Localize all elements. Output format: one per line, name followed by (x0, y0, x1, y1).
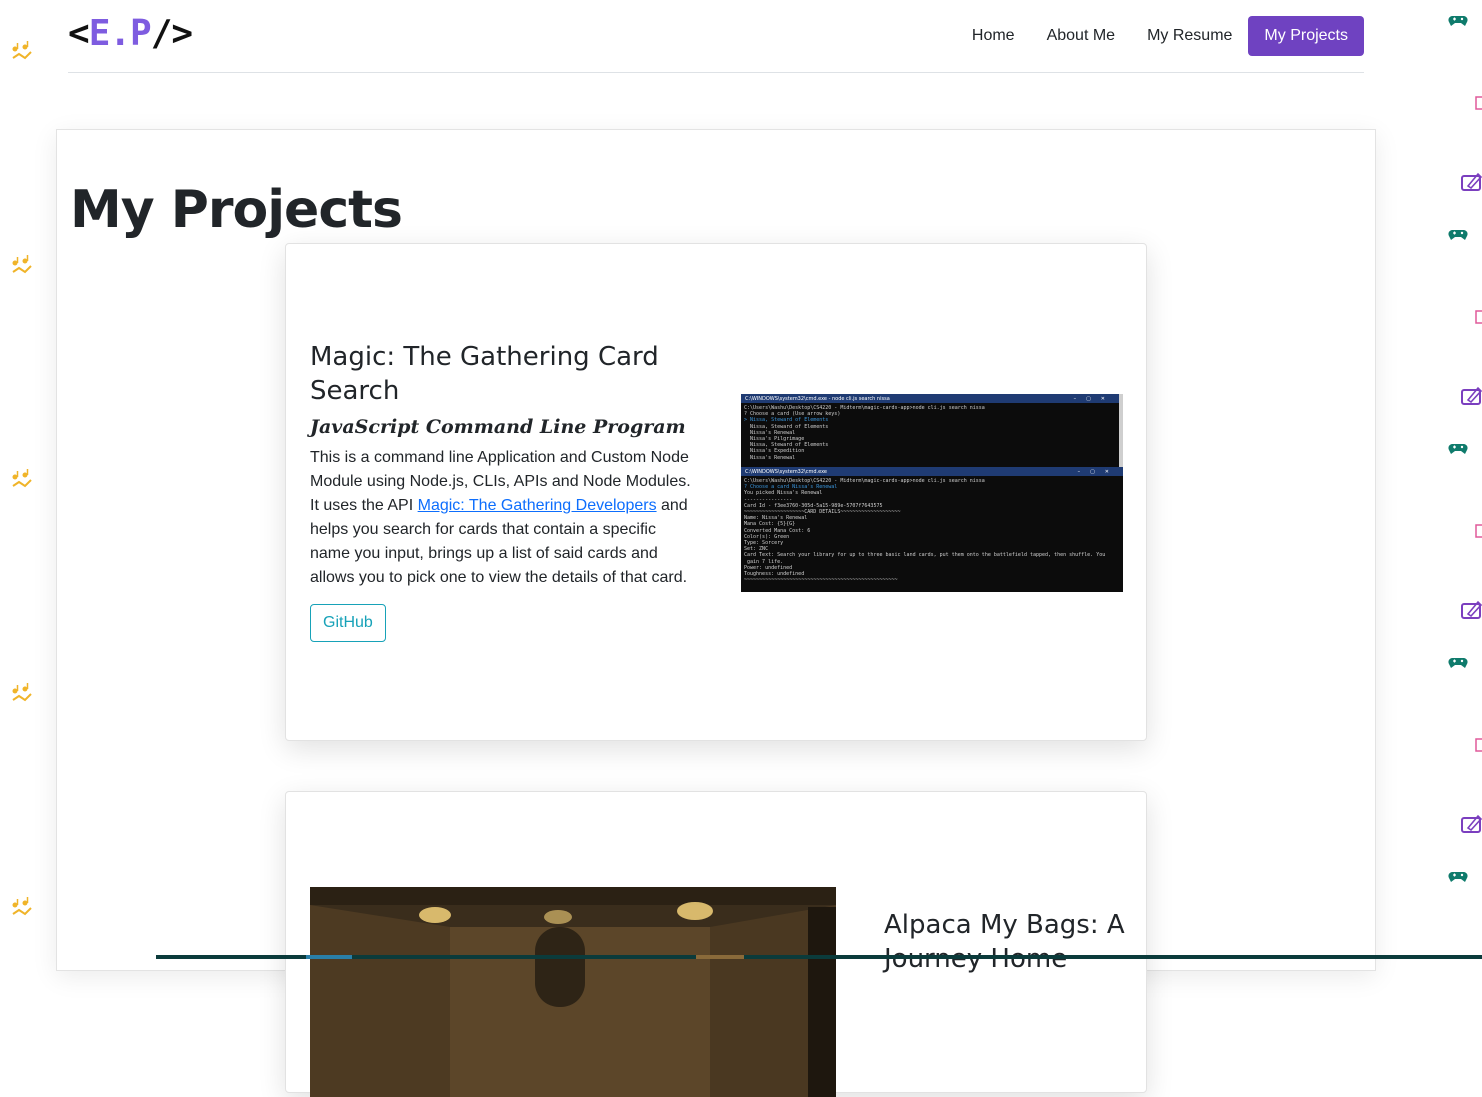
music-notes-icon (10, 254, 34, 278)
gamepad-icon (1446, 8, 1470, 32)
terminal-line: ~~~~~~~~~~~~~~~~~~~~~~~~~~~~~~~~~~~~~~~~… (744, 577, 898, 584)
terminal-output: C:\Users\Washu\Desktop\CS4220 - Midterm\… (741, 476, 1123, 585)
api-link[interactable]: Magic: The Gathering Developers (418, 497, 657, 514)
terminal-line: Nissa's Renewal (744, 454, 796, 461)
nav-links: Home About Me My Resume My Projects (956, 16, 1364, 56)
logo-close-bracket: /> (150, 13, 193, 54)
terminal-titlebar: C:\WINDOWS\system32\cmd.exe - node cli.j… (741, 394, 1119, 403)
music-notes-icon (10, 682, 34, 706)
site-logo[interactable]: <E.P/> (68, 13, 193, 54)
terminal-title: C:\WINDOWS\system32\cmd.exe (745, 468, 827, 475)
music-notes-icon (10, 40, 34, 64)
terminal-line: Card Text: Search your library for up to… (744, 552, 1106, 559)
logo-open-bracket: < (68, 13, 90, 54)
project-card: Magic: The Gathering Card Search JavaScr… (285, 243, 1147, 741)
game-scene-image (310, 887, 836, 1097)
github-button[interactable]: GitHub (310, 604, 386, 642)
music-notes-icon (10, 896, 34, 920)
pink-device-icon (1474, 92, 1482, 116)
terminal-titlebar: C:\WINDOWS\system32\cmd.exe –▢✕ (741, 467, 1123, 476)
project-card: Alpaca My Bags: A Journey Home (285, 791, 1147, 1097)
gamepad-icon (1446, 436, 1470, 460)
project-description: This is a command line Application and C… (310, 446, 692, 590)
music-notes-icon (10, 468, 34, 492)
project-card-body: Magic: The Gathering Card Search JavaScr… (310, 340, 692, 642)
nav-link-about-me[interactable]: About Me (1031, 16, 1131, 56)
logo-initials: E.P (88, 13, 152, 54)
project-subtitle: JavaScript Command Line Program (310, 416, 686, 438)
bottom-bar (156, 955, 1482, 959)
tablet-pen-icon (1460, 384, 1482, 408)
tablet-pen-icon (1460, 598, 1482, 622)
page-title: My Projects (70, 180, 403, 240)
terminal-window: C:\WINDOWS\system32\cmd.exe –▢✕ C:\Users… (741, 467, 1123, 592)
nav-link-my-projects[interactable]: My Projects (1248, 16, 1364, 56)
terminal-title: C:\WINDOWS\system32\cmd.exe - node cli.j… (745, 395, 890, 402)
project-title: Alpaca My Bags: A Journey Home (884, 910, 1125, 974)
terminal-window: C:\WINDOWS\system32\cmd.exe - node cli.j… (741, 394, 1123, 468)
terminal-output: C:\Users\Washu\Desktop\CS4220 - Midterm\… (741, 403, 1119, 463)
tablet-pen-icon (1460, 170, 1482, 194)
navbar: <E.P/> Home About Me My Resume My Projec… (68, 0, 1364, 73)
pink-device-icon (1474, 306, 1482, 330)
window-controls-icon: –▢✕ (1073, 395, 1115, 402)
gamepad-icon (1446, 864, 1470, 888)
pink-device-icon (1474, 520, 1482, 544)
pink-device-icon (1474, 734, 1482, 758)
nav-link-my-resume[interactable]: My Resume (1131, 16, 1248, 56)
tablet-pen-icon (1460, 812, 1482, 836)
project-screenshot: C:\WINDOWS\system32\cmd.exe - node cli.j… (741, 394, 1123, 592)
project-screenshot (310, 887, 836, 1097)
project-title: Magic: The Gathering Card Search (310, 342, 659, 406)
window-controls-icon: –▢✕ (1077, 468, 1119, 475)
nav-link-home[interactable]: Home (956, 16, 1031, 56)
projects-container: My Projects Magic: The Gathering Card Se… (56, 129, 1376, 1097)
gamepad-icon (1446, 222, 1470, 246)
gamepad-icon (1446, 650, 1470, 674)
